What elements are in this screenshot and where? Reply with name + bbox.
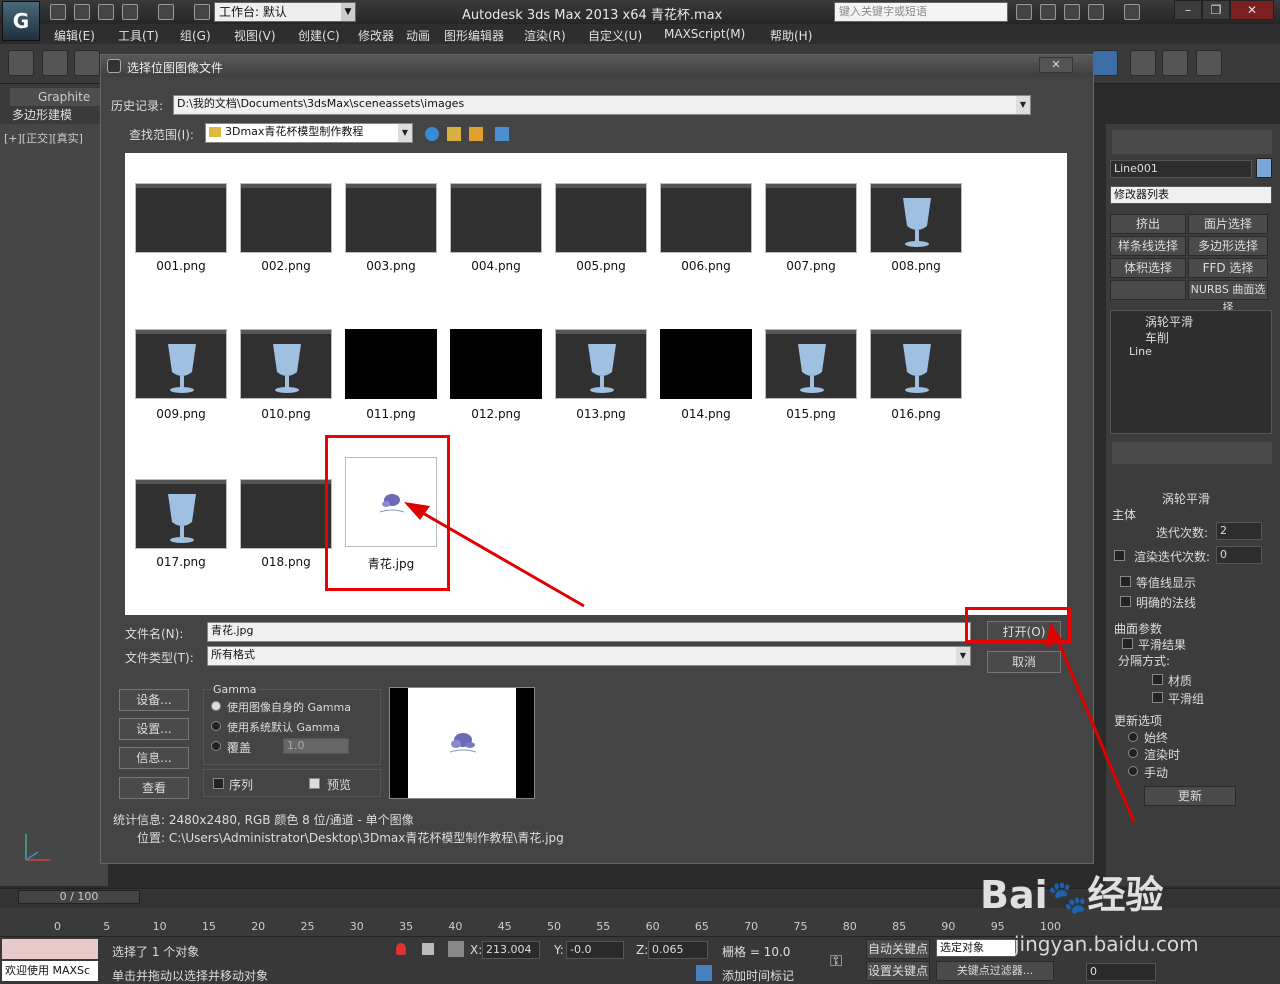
absolute-mode-icon[interactable] [448,941,464,957]
frame-tick-label: 40 [448,920,463,933]
frame-tick-label: 95 [990,920,1005,933]
arrow-head-file [404,502,430,520]
z-label: Z: [636,943,649,957]
frame-tick-label: 0 [54,920,61,933]
paw-icon: 🐾 [1047,878,1088,916]
frame-tick-label: 25 [300,920,315,933]
watermark-brand-cn: 经验 [1087,873,1164,917]
z-coordinate-field[interactable]: 0.065 [648,941,708,959]
lock-selection-icon[interactable] [422,943,434,955]
frame-tick-label: 85 [892,920,907,933]
frame-tick-label: 10 [152,920,167,933]
set-key-button[interactable]: 设置关键点 [866,961,930,981]
frame-tick-label: 65 [694,920,709,933]
frame-tick-label: 90 [941,920,956,933]
selection-status: 选择了 1 个对象 [112,945,200,959]
frame-tick-label: 75 [793,920,808,933]
prompt-line: 单击并拖动以选择并移动对象 [112,969,269,983]
y-label: Y: [554,943,564,957]
frame-tick-label: 70 [744,920,759,933]
time-tag-icon[interactable] [696,965,712,981]
add-time-tag[interactable]: 添加时间标记 [722,967,794,984]
arrow-to-open [1054,635,1136,823]
frame-tick-label: 80 [842,920,857,933]
grid-size: 栅格 = 10.0 [722,945,791,959]
frame-tick-label: 50 [547,920,561,933]
frame-tick-label: 60 [645,920,660,933]
auto-key-button[interactable]: 自动关键点 [866,939,930,959]
time-slider[interactable]: 0 / 100 [18,890,140,904]
set-key-icon[interactable]: ⚿ [830,951,856,970]
x-label: X: [470,943,483,957]
selected-object-dropdown[interactable]: 选定对象 [936,939,1016,957]
frame-tick-label: 45 [497,920,512,933]
frame-tick-label: 35 [399,920,414,933]
x-coordinate-field[interactable]: 213.004 [482,941,540,959]
frame-tick-label: 30 [349,920,364,933]
maxscript-listener[interactable]: 欢迎使用 MAXSc [2,961,98,981]
frame-tick-label: 55 [596,920,611,933]
frame-tick-label: 5 [103,920,111,933]
frame-tick-label: 20 [251,920,266,933]
maxscript-listener-top[interactable] [2,939,98,959]
watermark-logo: Bai🐾经验 [980,864,1164,919]
current-frame-field[interactable]: 0 [1086,963,1156,981]
arrow-to-file [413,506,585,608]
isolate-icon[interactable] [396,943,406,955]
frame-tick-label: 15 [201,920,216,933]
watermark-brand: Bai [980,873,1048,917]
y-coordinate-field[interactable]: -0.0 [566,941,624,959]
watermark-url: jingyan.baidu.com [1014,932,1199,956]
key-filters-button[interactable]: 关键点过滤器... [936,961,1054,981]
annotation-arrows [404,502,1136,823]
